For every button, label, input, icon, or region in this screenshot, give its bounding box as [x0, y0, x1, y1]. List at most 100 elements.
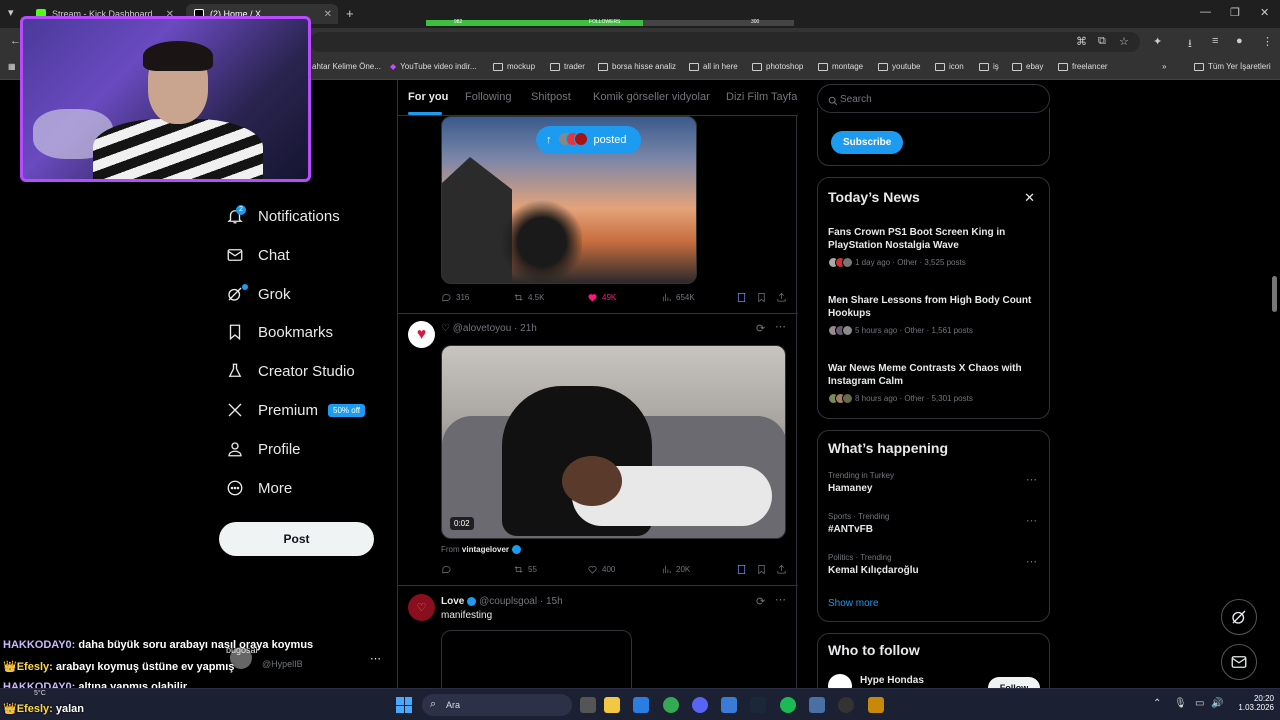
trend-item[interactable]: Trending in Turkey Hamaney ⋯ — [828, 471, 1043, 494]
post-video[interactable]: 0:02 — [441, 345, 786, 539]
tab-shitpost[interactable]: Shitpost — [531, 91, 571, 103]
close-window-icon[interactable]: ✕ — [1260, 6, 1269, 19]
more-options-icon[interactable]: ⋯ — [1026, 473, 1037, 486]
obs-icon[interactable] — [838, 697, 854, 713]
bookmark-item[interactable]: iş — [979, 62, 999, 71]
app-icon[interactable] — [809, 697, 825, 713]
bookmark-item[interactable]: ahtar Kelime Öne... — [312, 62, 381, 71]
network-icon[interactable]: ▭ — [1195, 698, 1204, 709]
task-view-icon[interactable] — [580, 697, 596, 713]
grok-action-button[interactable] — [736, 292, 747, 303]
like-button[interactable]: 400 — [587, 564, 615, 575]
weather-widget[interactable]: 5°C — [34, 690, 46, 697]
profile-icon[interactable]: ● — [1236, 35, 1243, 47]
photos-icon[interactable] — [721, 697, 737, 713]
repost-button[interactable]: 55 — [513, 564, 537, 575]
more-options-icon[interactable]: ⋯ — [1026, 555, 1037, 568]
reply-button[interactable] — [441, 564, 456, 575]
new-posts-pill[interactable]: ↑ posted — [536, 126, 641, 154]
spotify-icon[interactable] — [780, 697, 796, 713]
trend-item[interactable]: Sports · Trending #ANTvFB ⋯ — [828, 512, 1043, 535]
grok-floating-button[interactable] — [1221, 599, 1257, 635]
discord-icon[interactable] — [692, 697, 708, 713]
bookmark-item[interactable]: freelancer — [1058, 62, 1108, 71]
bookmark-item[interactable]: borsa hisse analiz — [598, 62, 676, 71]
close-icon[interactable]: ✕ — [1024, 190, 1035, 206]
more-bookmarks-icon[interactable]: » — [1162, 62, 1166, 71]
bookmark-item[interactable]: photoshop — [752, 62, 803, 71]
nav-premium[interactable]: Premium 50% off — [226, 397, 365, 423]
subscribe-button[interactable]: Subscribe — [831, 131, 904, 154]
scrollbar[interactable] — [1272, 276, 1277, 312]
menu-icon[interactable]: ⋮ — [1262, 35, 1273, 48]
bookmark-button[interactable] — [756, 292, 767, 303]
nav-bookmarks[interactable]: Bookmarks — [226, 319, 333, 345]
new-tab-button[interactable]: + — [346, 6, 354, 21]
nav-chat[interactable]: Chat — [226, 242, 290, 268]
bookmark-button[interactable] — [756, 564, 767, 575]
close-tab-icon[interactable]: ✕ — [324, 9, 332, 20]
nav-creator-studio[interactable]: Creator Studio — [226, 358, 355, 384]
share-button[interactable] — [776, 292, 787, 303]
grok-explain-icon[interactable]: ⟳ — [756, 322, 765, 335]
views-button[interactable]: 20K — [661, 564, 690, 575]
trend-item[interactable]: Politics · Trending Kemal Kılıçdaroğlu ⋯ — [828, 553, 1043, 576]
minimize-icon[interactable]: — — [1200, 6, 1211, 18]
bookmark-item[interactable]: all in here — [689, 62, 738, 71]
bookmark-item[interactable]: youtube — [878, 62, 920, 71]
post-button[interactable]: Post — [219, 522, 374, 556]
tab-dizi-film[interactable]: Dizi Film Tayfa — [726, 91, 797, 103]
bookmark-item[interactable]: ◆ YouTube video indir... — [390, 62, 477, 71]
like-button[interactable]: 49K — [587, 292, 616, 303]
all-bookmarks[interactable]: Tüm Yer İşaretleri — [1194, 62, 1271, 71]
nav-grok[interactable]: Grok — [226, 281, 291, 307]
bookmark-item[interactable]: icon — [935, 62, 964, 71]
app-icon[interactable] — [868, 697, 884, 713]
more-options-icon[interactable]: ⋯ — [1026, 514, 1037, 527]
volume-icon[interactable]: 🔊 — [1211, 698, 1223, 709]
messages-floating-button[interactable] — [1221, 644, 1257, 680]
file-explorer-icon[interactable] — [604, 697, 620, 713]
tab-komik[interactable]: Komik görseller vidyolar — [593, 91, 710, 103]
more-options-icon[interactable]: ⋯ — [775, 593, 786, 606]
news-item[interactable]: Men Share Lessons from High Body Count H… — [828, 294, 1033, 336]
bookmark-item[interactable]: trader — [550, 62, 585, 71]
tab-following[interactable]: Following — [465, 91, 511, 103]
taskbar-search-input[interactable] — [446, 697, 526, 713]
avatar[interactable]: ♡ — [408, 594, 435, 621]
chrome-icon[interactable] — [663, 697, 679, 713]
show-more-link[interactable]: Show more — [828, 598, 879, 609]
more-options-icon[interactable]: ⋯ — [775, 320, 786, 333]
avatar[interactable]: ♥ — [408, 321, 435, 348]
views-button[interactable]: 654K — [661, 292, 695, 303]
download-icon[interactable]: ⭳ — [1188, 35, 1192, 54]
repost-button[interactable]: 4.5K — [513, 292, 544, 303]
taskbar-search[interactable]: ⌕ — [422, 694, 572, 716]
bookmark-item[interactable]: montage — [818, 62, 863, 71]
share-button[interactable] — [776, 564, 787, 575]
translate-icon[interactable]: ⌘ — [1076, 35, 1087, 48]
grok-explain-icon[interactable]: ⟳ — [756, 595, 765, 608]
tab-search-icon[interactable]: ▾ — [8, 6, 14, 19]
nav-profile[interactable]: Profile — [226, 436, 301, 462]
search-box[interactable] — [817, 84, 1050, 113]
nav-more[interactable]: More — [226, 475, 292, 501]
from-attribution[interactable]: From vintagelover — [441, 545, 522, 555]
search-input[interactable] — [840, 90, 1040, 108]
grok-action-button[interactable] — [736, 564, 747, 575]
account-more-icon[interactable]: ⋯ — [370, 652, 381, 665]
post-author[interactable]: Love @couplsgoal · 15h — [441, 596, 563, 607]
extensions-icon[interactable]: ✦ — [1153, 35, 1162, 48]
star-icon[interactable]: ☆ — [1119, 35, 1129, 48]
apps-icon[interactable]: ▦ — [8, 62, 16, 71]
news-item[interactable]: War News Meme Contrasts X Chaos with Ins… — [828, 362, 1033, 404]
maximize-icon[interactable]: ❐ — [1230, 6, 1240, 19]
steam-icon[interactable] — [750, 697, 766, 713]
follow-suggestion-name[interactable]: Hype Hondas — [860, 675, 924, 686]
reply-button[interactable]: 316 — [441, 292, 469, 303]
tray-expand-icon[interactable]: ⌃ — [1153, 698, 1161, 709]
tab-for-you[interactable]: For you — [408, 91, 448, 103]
microphone-icon[interactable]: 🎙 — [1174, 698, 1187, 709]
media-icon[interactable]: ≡ — [1212, 35, 1218, 47]
system-clock[interactable]: 20:20 1.03.2026 — [1226, 694, 1274, 712]
